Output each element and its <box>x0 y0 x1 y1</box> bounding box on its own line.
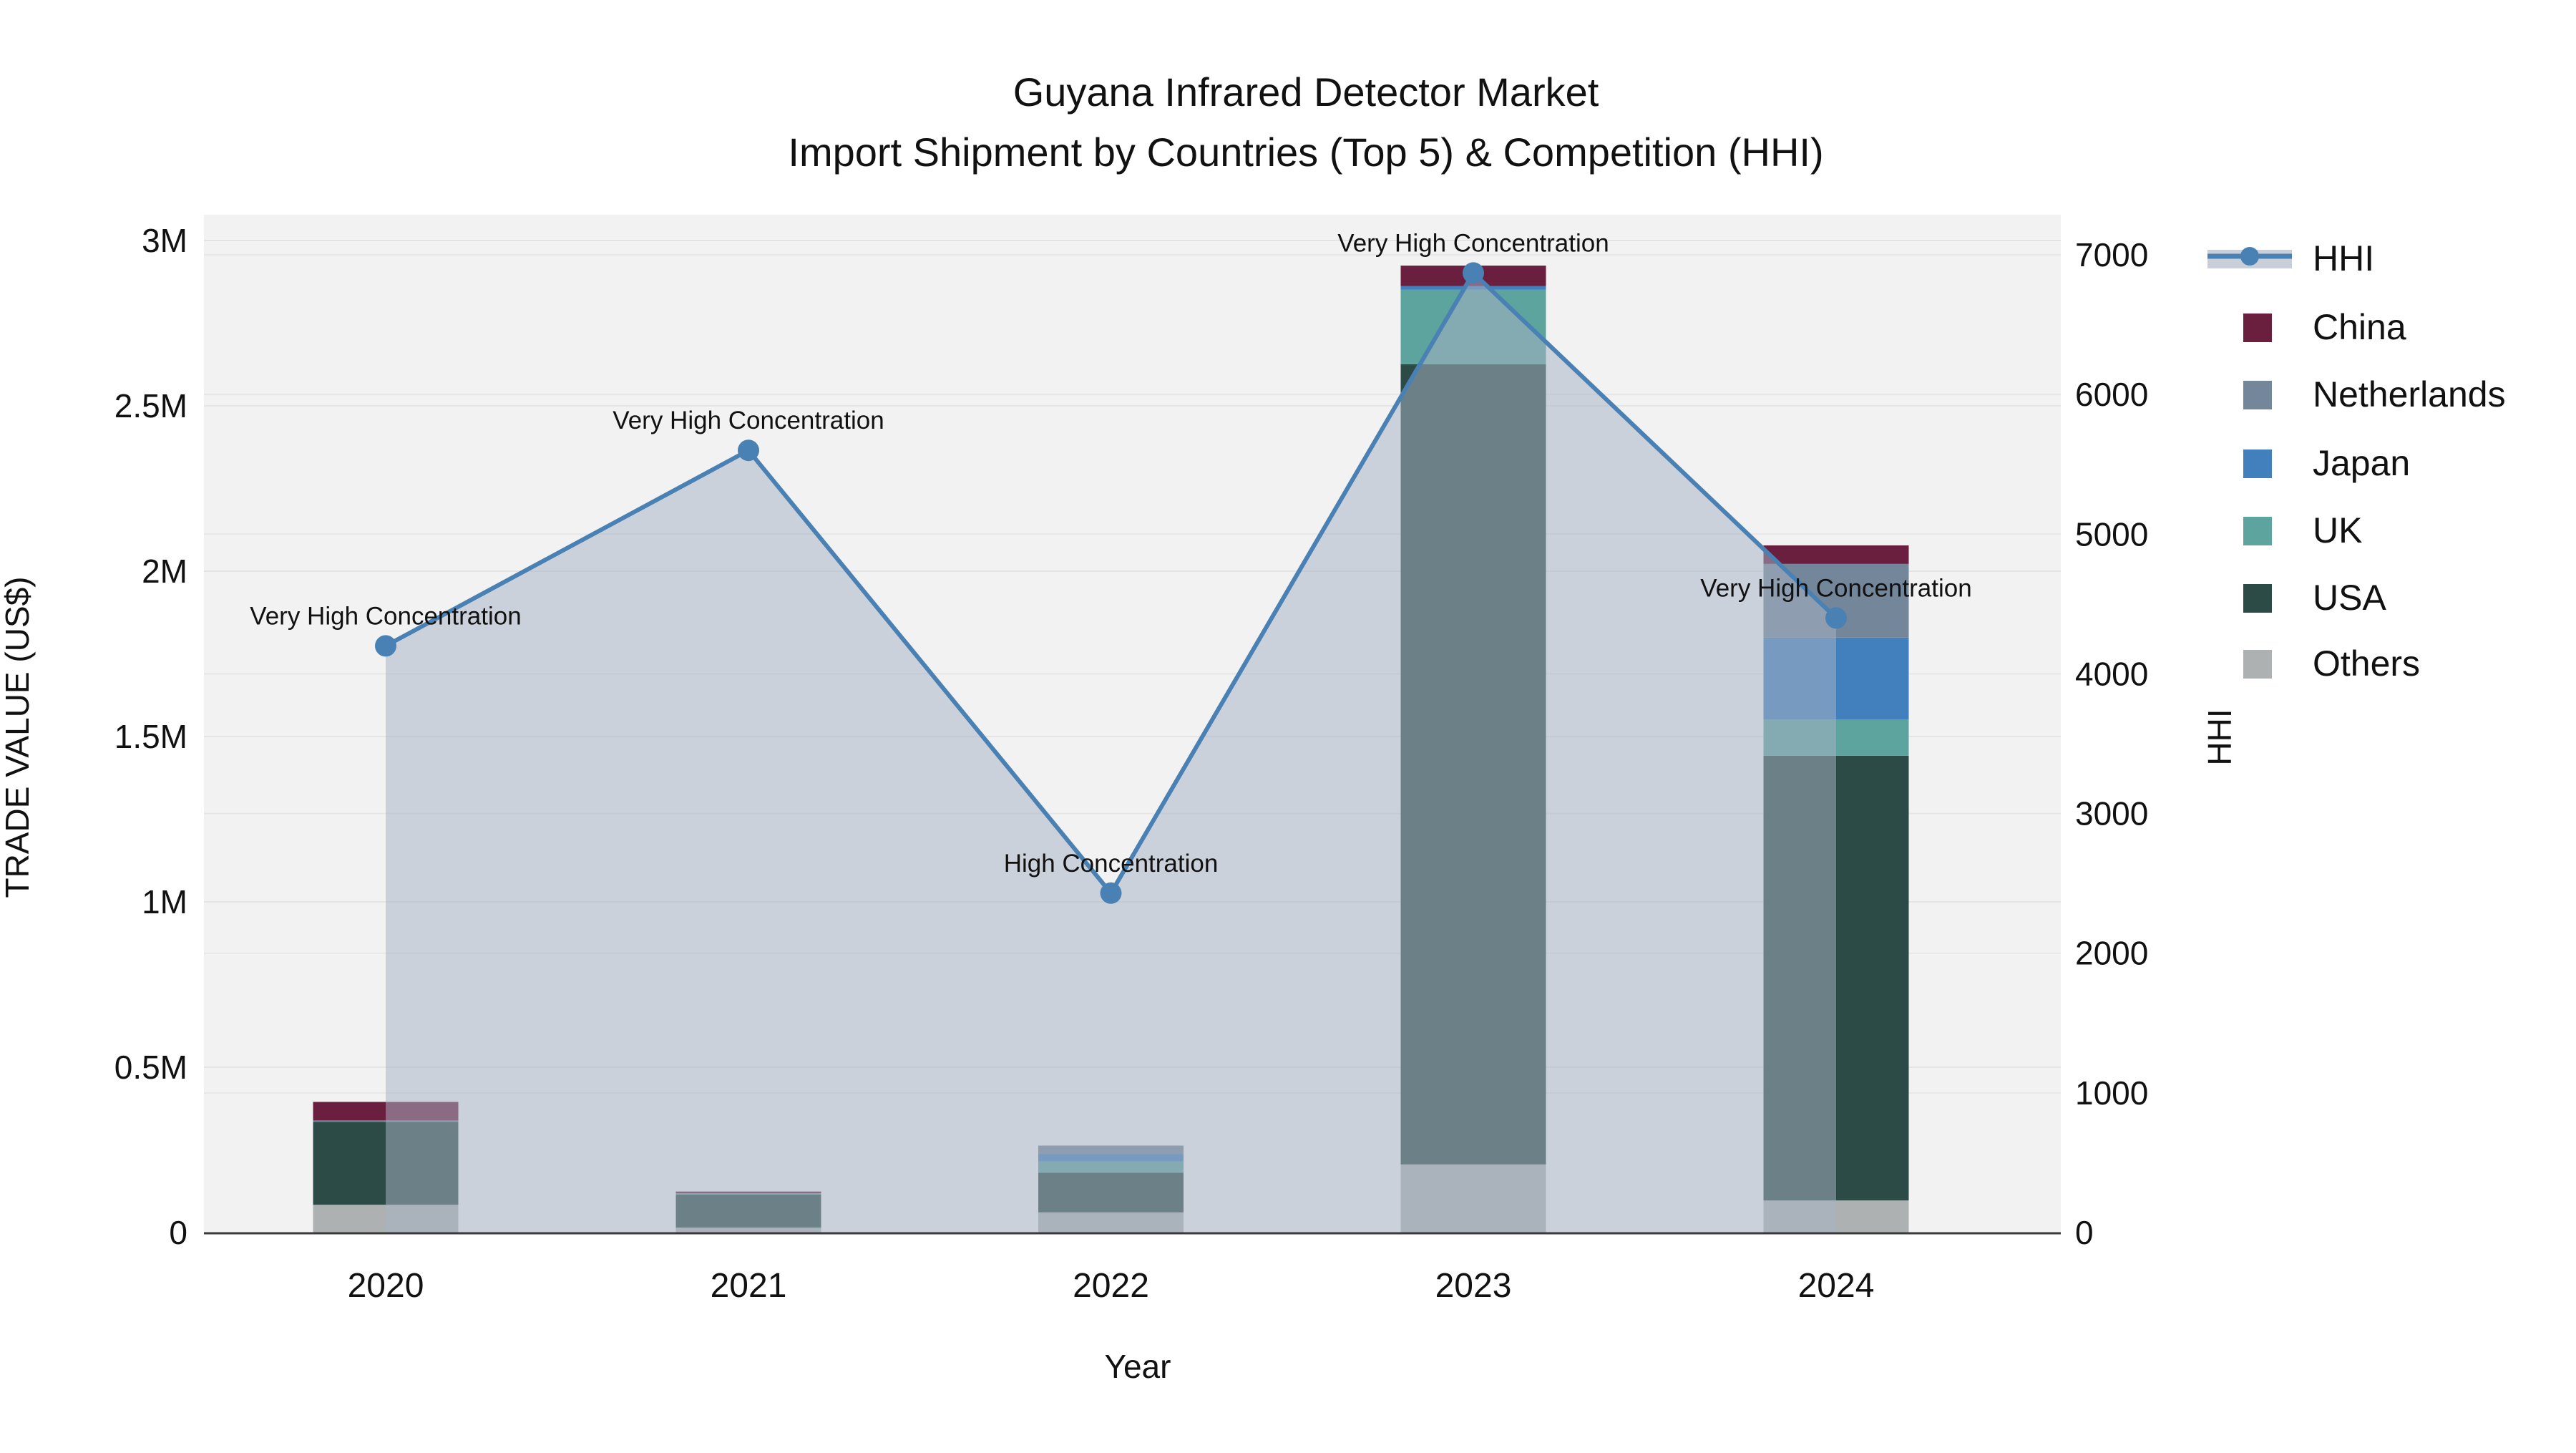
legend-label: Japan <box>2313 443 2410 483</box>
hhi-point-2021[interactable] <box>738 439 759 462</box>
y-right-tick: 6000 <box>2075 376 2148 413</box>
legend-swatch-icon <box>2243 584 2272 613</box>
legend-label: China <box>2313 307 2406 347</box>
legend-swatch-icon <box>2243 517 2272 545</box>
bar-segment-china-2024[interactable] <box>1763 545 1909 564</box>
y-left-axis-title: TRADE VALUE (US$) <box>0 576 36 898</box>
y-left-tick: 0 <box>169 1214 187 1251</box>
x-tick-2021: 2021 <box>711 1267 787 1305</box>
chart-title-line1: Guyana Infrared Detector Market <box>1013 69 1599 115</box>
legend-item-japan[interactable]: Japan <box>2243 443 2410 483</box>
y-right-tick: 3000 <box>2075 795 2148 832</box>
annotation-2020: Very High Concentration <box>250 602 521 630</box>
legend-item-hhi[interactable]: HHI <box>2207 238 2374 278</box>
x-tick-2020: 2020 <box>348 1267 424 1305</box>
legend-label: Others <box>2313 643 2420 684</box>
legend-swatch-icon <box>2243 449 2272 478</box>
y-left-tick: 2M <box>142 553 187 590</box>
legend-item-uk[interactable]: UK <box>2243 510 2362 550</box>
legend-swatch-icon <box>2243 650 2272 679</box>
y-right-tick: 1000 <box>2075 1074 2148 1112</box>
legend-item-usa[interactable]: USA <box>2243 578 2386 618</box>
y-left-tick: 0.5M <box>114 1049 187 1086</box>
legend: HHI China Netherlands Japan UK USA Others <box>2207 238 2506 684</box>
y-right-tick: 4000 <box>2075 655 2148 692</box>
y-right-tick: 5000 <box>2075 515 2148 553</box>
y-left-tick: 1M <box>142 883 187 920</box>
y-right-tick: 7000 <box>2075 236 2148 273</box>
y-right-tick: 2000 <box>2075 935 2148 972</box>
y-left-tick: 2.5M <box>114 387 187 424</box>
legend-hhi-marker-icon <box>2240 247 2259 266</box>
hhi-point-2020[interactable] <box>375 635 396 657</box>
annotation-2022: High Concentration <box>1004 850 1219 878</box>
x-axis-title: Year <box>1105 1348 1171 1385</box>
legend-item-netherlands[interactable]: Netherlands <box>2243 374 2506 414</box>
legend-item-china[interactable]: China <box>2243 307 2406 347</box>
annotation-2023: Very High Concentration <box>1337 229 1609 257</box>
legend-swatch-icon <box>2243 314 2272 342</box>
chart-canvas: 0 0.5M 1M 1.5M 2M 2.5M 3M 0 1000 2000 3000 4000 5000… <box>0 69 2506 1385</box>
y-left-tick: 1.5M <box>114 718 187 755</box>
y-right-tick: 0 <box>2075 1214 2094 1251</box>
legend-label: Netherlands <box>2313 374 2506 414</box>
y-left-tick: 3M <box>142 222 187 259</box>
legend-label: HHI <box>2313 238 2374 278</box>
legend-label: UK <box>2313 510 2362 550</box>
annotation-2021: Very High Concentration <box>613 407 884 434</box>
legend-item-others[interactable]: Others <box>2243 643 2420 684</box>
x-tick-2023: 2023 <box>1435 1267 1512 1305</box>
chart-title-line2: Import Shipment by Countries (Top 5) & C… <box>788 130 1823 175</box>
legend-swatch-icon <box>2243 381 2272 409</box>
legend-label: USA <box>2313 578 2386 618</box>
annotation-2024: Very High Concentration <box>1700 574 1971 602</box>
y-right-axis-title: HHI <box>2201 709 2238 765</box>
hhi-point-2022[interactable] <box>1100 882 1122 904</box>
hhi-point-2023[interactable] <box>1463 262 1484 284</box>
x-tick-2024: 2024 <box>1798 1267 1875 1305</box>
hhi-point-2024[interactable] <box>1825 607 1847 629</box>
x-tick-2022: 2022 <box>1073 1267 1149 1305</box>
